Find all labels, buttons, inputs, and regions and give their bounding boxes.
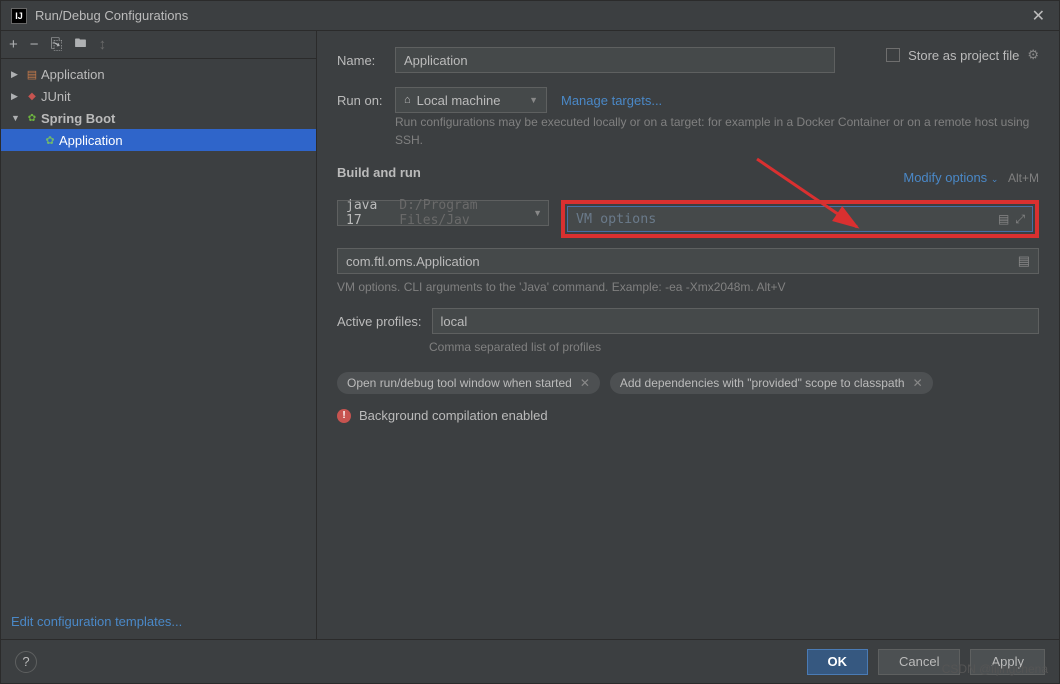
history-icon[interactable]: ▤ — [1018, 253, 1030, 269]
tag-label: Open run/debug tool window when started — [347, 376, 572, 390]
store-label: Store as project file — [908, 48, 1019, 63]
chevron-down-icon: ▼ — [529, 95, 538, 105]
footer-buttons: OK Cancel Apply — [807, 649, 1046, 675]
tree-item-spring-boot[interactable]: ▼ ✿ Spring Boot — [1, 107, 316, 129]
home-icon: ⌂ — [404, 94, 411, 106]
tag-label: Add dependencies with "provided" scope t… — [620, 376, 905, 390]
warning-row: ! Background compilation enabled — [337, 408, 1039, 423]
option-tags: Open run/debug tool window when started … — [337, 372, 1039, 394]
warning-icon: ! — [337, 409, 351, 423]
folder-icon[interactable]: 🖿 — [75, 34, 87, 55]
config-tree: ▶ ▤ Application ▶ ◆ JUnit ▼ ✿ Spring Boo… — [1, 59, 316, 604]
chevron-down-icon: ▼ — [11, 113, 23, 123]
profiles-label: Active profiles: — [337, 314, 422, 329]
tree-item-junit[interactable]: ▶ ◆ JUnit — [1, 85, 316, 107]
sidebar: + − ⎘ 🖿 ↕ ▶ ▤ Application ▶ ◆ JUnit ▼ — [1, 31, 317, 639]
runon-row: Run on: ⌂ Local machine ▼ Manage targets… — [337, 87, 1039, 113]
close-icon[interactable]: ✕ — [580, 376, 590, 390]
vm-input-icons: ▤ ⤢ — [998, 212, 1025, 227]
close-icon[interactable]: ✕ — [1028, 6, 1049, 26]
tag-provided-scope[interactable]: Add dependencies with "provided" scope t… — [610, 372, 933, 394]
dialog-footer: ? OK Cancel Apply — [1, 639, 1059, 683]
runon-value: Local machine — [417, 93, 501, 108]
vm-options-highlight: ▤ ⤢ — [561, 200, 1039, 238]
profiles-input[interactable] — [432, 308, 1039, 334]
manage-targets-link[interactable]: Manage targets... — [561, 93, 662, 108]
runon-label: Run on: — [337, 93, 395, 108]
tree-label: Application — [59, 133, 123, 148]
apply-button[interactable]: Apply — [970, 649, 1045, 675]
titlebar: IJ Run/Debug Configurations ✕ — [1, 1, 1059, 31]
tree-item-application[interactable]: ▶ ▤ Application — [1, 63, 316, 85]
dialog-body: + − ⎘ 🖿 ↕ ▶ ▤ Application ▶ ◆ JUnit ▼ — [1, 31, 1059, 639]
modify-options-link[interactable]: Modify options ⌄ — [903, 170, 1002, 185]
edit-templates-link[interactable]: Edit configuration templates... — [11, 614, 182, 629]
modify-options-wrap: Modify options ⌄ Alt+M — [903, 170, 1039, 185]
main-class-value: com.ftl.oms.Application — [346, 254, 480, 269]
sidebar-toolbar: + − ⎘ 🖿 ↕ — [1, 31, 316, 59]
chevron-down-icon: ⌄ — [991, 174, 999, 184]
chevron-right-icon: ▶ — [11, 69, 23, 80]
build-row-1: java 17 D:/Program Files/Jav ▼ ▤ ⤢ — [337, 200, 1039, 238]
dialog-title: Run/Debug Configurations — [35, 8, 1028, 23]
ok-button[interactable]: OK — [807, 649, 869, 675]
dialog: IJ Run/Debug Configurations ✕ + − ⎘ 🖿 ↕ … — [0, 0, 1060, 684]
vm-options-description: VM options. CLI arguments to the 'Java' … — [337, 280, 1039, 294]
build-run-title: Build and run — [337, 165, 421, 180]
close-icon[interactable]: ✕ — [913, 376, 923, 390]
modify-shortcut: Alt+M — [1008, 171, 1039, 185]
tag-open-tool-window[interactable]: Open run/debug tool window when started … — [337, 372, 600, 394]
history-icon[interactable]: ▤ — [998, 212, 1009, 227]
intellij-icon: IJ — [11, 8, 27, 24]
jdk-label: java 17 — [346, 198, 395, 228]
cancel-button[interactable]: Cancel — [878, 649, 960, 675]
chevron-down-icon: ▼ — [533, 208, 542, 218]
spring-icon: ✿ — [23, 113, 41, 124]
tree-label: Spring Boot — [41, 111, 115, 126]
sidebar-footer: Edit configuration templates... — [1, 604, 316, 639]
main-class-input[interactable]: com.ftl.oms.Application ▤ — [337, 248, 1039, 274]
name-label: Name: — [337, 53, 395, 68]
main-panel: Store as project file ⚙ Name: Run on: ⌂ … — [317, 31, 1059, 639]
warning-text: Background compilation enabled — [359, 408, 548, 423]
help-button[interactable]: ? — [15, 651, 37, 673]
remove-icon[interactable]: − — [30, 36, 39, 53]
store-as-project-file[interactable]: Store as project file ⚙ — [886, 47, 1039, 63]
checkbox-icon[interactable] — [886, 48, 900, 62]
tree-label: JUnit — [41, 89, 71, 104]
application-icon: ▤ — [23, 68, 41, 81]
add-icon[interactable]: + — [9, 36, 18, 53]
tree-label: Application — [41, 67, 105, 82]
sort-icon[interactable]: ↕ — [99, 36, 107, 53]
copy-icon[interactable]: ⎘ — [51, 36, 63, 53]
profiles-row: Active profiles: — [337, 308, 1039, 334]
tree-item-child-application[interactable]: ✿ Application — [1, 129, 316, 151]
build-run-header: Build and run Modify options ⌄ Alt+M — [337, 165, 1039, 190]
gear-icon[interactable]: ⚙ — [1027, 47, 1039, 63]
expand-icon[interactable]: ⤢ — [1015, 212, 1025, 227]
vm-options-input[interactable] — [567, 206, 1033, 232]
name-input[interactable] — [395, 47, 835, 73]
jdk-path: D:/Program Files/Jav — [399, 198, 540, 228]
jdk-select[interactable]: java 17 D:/Program Files/Jav ▼ — [337, 200, 549, 226]
runon-hint: Run configurations may be executed local… — [395, 113, 1039, 149]
chevron-right-icon: ▶ — [11, 91, 23, 102]
runon-select[interactable]: ⌂ Local machine ▼ — [395, 87, 547, 113]
profiles-hint: Comma separated list of profiles — [337, 340, 1039, 354]
junit-icon: ◆ — [23, 91, 41, 102]
spring-icon: ✿ — [41, 134, 59, 147]
